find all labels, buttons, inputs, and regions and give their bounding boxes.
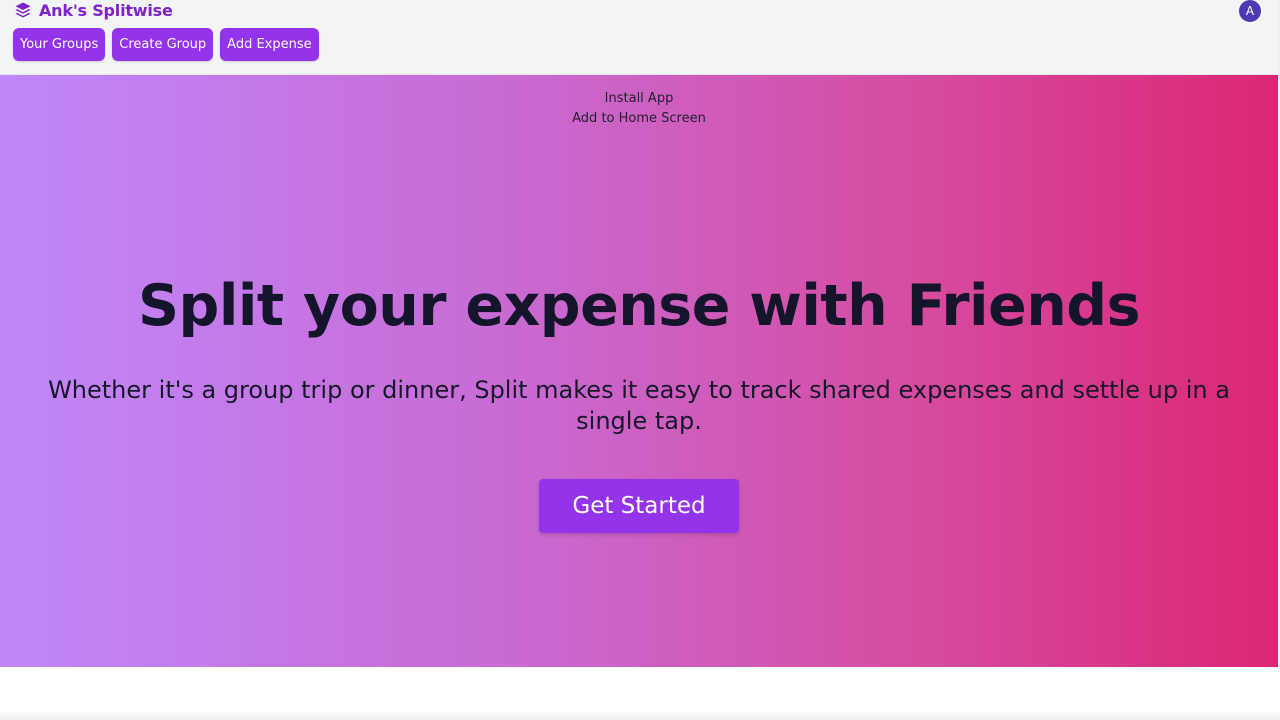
layers-icon xyxy=(14,1,32,19)
brand-link[interactable]: Ank's Splitwise xyxy=(14,0,173,20)
avatar-initial: A xyxy=(1245,4,1255,18)
top-navbar: Ank's Splitwise Your Groups Create Group… xyxy=(0,0,1278,75)
brand-title: Ank's Splitwise xyxy=(39,0,173,20)
your-groups-button[interactable]: Your Groups xyxy=(13,28,106,61)
hero-headline: Split your expense with Friends xyxy=(137,273,1141,339)
footer-divider xyxy=(0,710,1280,720)
main-nav: Your Groups Create Group Add Expense xyxy=(13,28,319,61)
add-expense-button[interactable]: Add Expense xyxy=(220,28,319,61)
install-app-title: Install App xyxy=(604,91,674,106)
page: Ank's Splitwise Your Groups Create Group… xyxy=(0,0,1280,720)
hero-description: Whether it's a group trip or dinner, Spl… xyxy=(48,376,1230,435)
get-started-button[interactable]: Get Started xyxy=(539,479,739,533)
user-avatar[interactable]: A xyxy=(1239,0,1261,22)
hero-section: Install App Add to Home Screen Split you… xyxy=(0,75,1278,667)
install-app-prompt[interactable]: Install App Add to Home Screen xyxy=(0,89,1278,129)
install-app-subtitle: Add to Home Screen xyxy=(572,111,706,126)
create-group-button[interactable]: Create Group xyxy=(112,28,214,61)
